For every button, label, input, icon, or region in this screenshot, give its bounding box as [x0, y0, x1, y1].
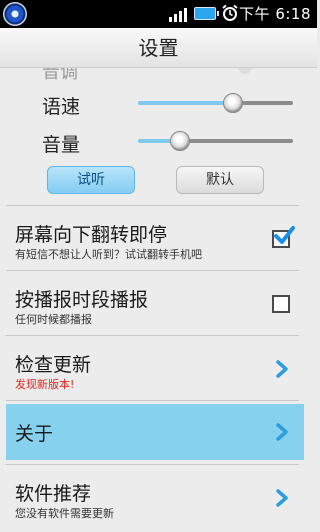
item-subtitle: 任何时候都播报: [15, 313, 92, 326]
default-button[interactable]: 默认: [176, 166, 264, 194]
item-title: 软件推荐: [15, 483, 92, 505]
status-bar: 下午 6:18: [0, 0, 317, 28]
item-subtitle: 有短信不想让人听到？试试翻转手机吧: [15, 248, 202, 261]
update-notice: 发现新版本!: [15, 378, 75, 391]
speed-slider-thumb[interactable]: [222, 93, 243, 113]
battery-icon: [194, 7, 219, 20]
item-title: 检查更新: [15, 354, 92, 376]
item-title: 关于: [15, 423, 54, 445]
try-listen-button[interactable]: 试听: [47, 166, 135, 194]
volume-slider-thumb[interactable]: [169, 131, 190, 151]
pitch-slider-thumb-partial[interactable]: [238, 68, 252, 74]
page-title: 设置: [138, 36, 179, 60]
list-item-schedule-broadcast[interactable]: 按播报时段播报 任何时候都播报: [0, 271, 317, 335]
signal-icon: [169, 6, 191, 22]
item-subtitle: 您没有软件需要更新: [15, 507, 114, 520]
list-item-check-update[interactable]: 检查更新 发现新版本!: [0, 336, 317, 400]
volume-label: 音量: [42, 134, 81, 156]
item-title: 按播报时段播报: [15, 289, 149, 311]
settings-list[interactable]: 音调 语速 音量 试听 默认 屏幕向下翻转即停 有短信不想让人听到？试试翻转手机…: [0, 68, 317, 532]
list-item-flip-to-stop[interactable]: 屏幕向下翻转即停 有短信不想让人听到？试试翻转手机吧: [0, 206, 317, 270]
title-bar: 设置: [0, 28, 317, 68]
speed-slider-track-filled: [138, 101, 233, 105]
volume-slider-track: [179, 139, 293, 143]
schedule-broadcast-checkbox[interactable]: [272, 295, 290, 313]
app-icon: [3, 2, 27, 26]
flip-to-stop-checkbox[interactable]: [272, 226, 295, 248]
divider: [6, 400, 299, 401]
pitch-label-partial: 音调: [42, 68, 78, 83]
item-title: 屏幕向下翻转即停: [15, 224, 168, 246]
status-time: 下午 6:18: [239, 5, 311, 23]
list-item-about[interactable]: 关于: [0, 404, 317, 460]
checkmark-icon: [274, 226, 295, 244]
alarm-icon: [222, 4, 238, 21]
list-item-recommended-apps[interactable]: 软件推荐 您没有软件需要更新: [0, 465, 317, 529]
chevron-right-icon: [276, 360, 288, 378]
speed-label: 语速: [42, 96, 81, 118]
chevron-right-icon: [276, 423, 288, 441]
chevron-right-icon: [276, 489, 288, 507]
